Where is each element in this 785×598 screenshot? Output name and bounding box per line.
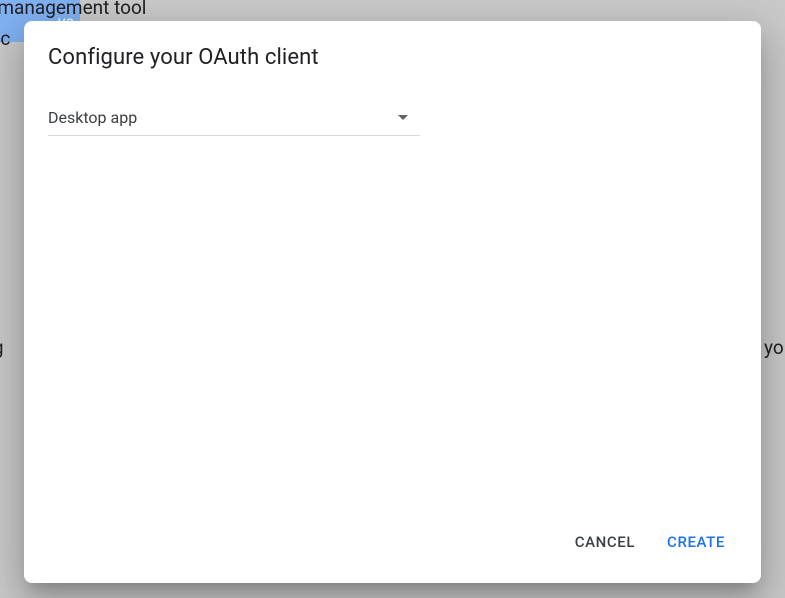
dialog-actions: CANCEL CREATE <box>48 517 737 559</box>
dialog-title: Configure your OAuth client <box>48 45 737 70</box>
cancel-button[interactable]: CANCEL <box>563 525 647 559</box>
create-button[interactable]: CREATE <box>655 525 737 559</box>
bg-text: ckage management tool <box>0 0 146 19</box>
oauth-config-dialog: Configure your OAuth client Desktop app … <box>24 21 761 583</box>
bg-text: yo <box>764 336 784 359</box>
application-type-select-wrapper: Desktop app <box>48 102 420 136</box>
dialog-body: Desktop app <box>48 102 737 517</box>
application-type-select[interactable]: Desktop app <box>48 102 420 136</box>
bg-text: og <box>0 336 4 359</box>
application-type-value: Desktop app <box>48 108 137 127</box>
bg-text: ac <box>0 27 10 50</box>
chevron-down-icon <box>398 115 408 120</box>
